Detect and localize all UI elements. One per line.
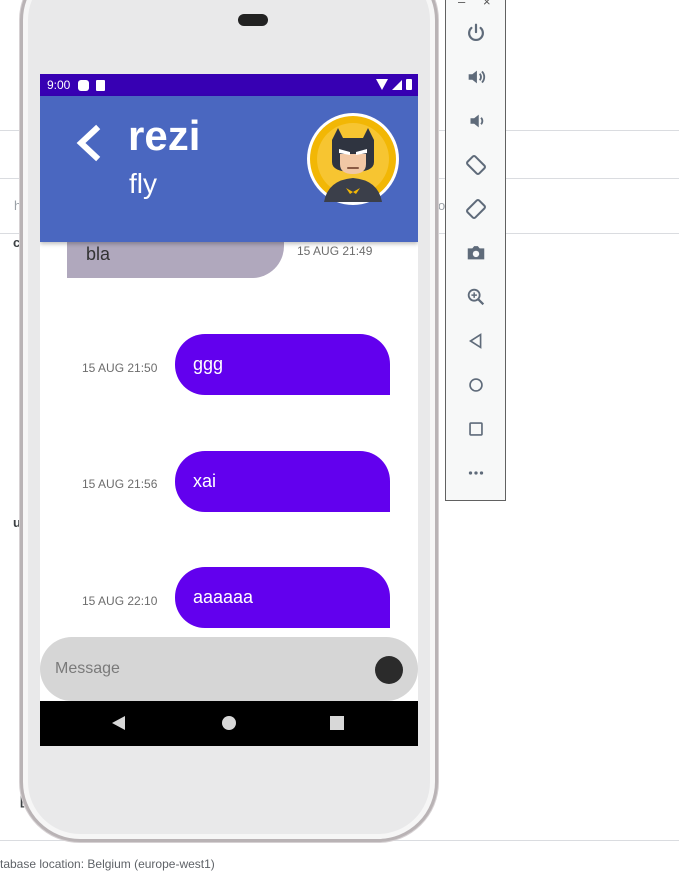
overview-icon <box>469 422 483 436</box>
message-bubble-outgoing: xai <box>175 451 390 512</box>
home-icon <box>469 378 483 392</box>
rotate-left-button[interactable] <box>460 149 492 181</box>
chat-header: rezi fly <box>40 96 418 242</box>
zoom-button[interactable] <box>460 281 492 313</box>
power-button[interactable] <box>460 17 492 49</box>
status-time: 9:00 <box>47 78 71 92</box>
proximity-sensor <box>238 14 268 26</box>
message-text: aaaaaa <box>193 587 254 607</box>
desktop: h c u o [ tabase location: Belgium (euro… <box>0 0 679 882</box>
status-indicators <box>376 79 412 90</box>
message-bubble-outgoing: aaaaaa <box>175 567 390 628</box>
chat-contact-name: rezi <box>128 112 201 159</box>
battery-icon <box>406 79 412 90</box>
volume-down-button[interactable] <box>460 105 492 137</box>
message-timestamp: 15 AUG 21:56 <box>82 477 158 491</box>
message-timestamp: 15 AUG 21:49 <box>297 244 373 258</box>
rotate-left-icon <box>466 155 486 175</box>
power-icon <box>468 23 484 42</box>
volume-up-button[interactable] <box>460 61 492 93</box>
status-bar: 9:00 <box>40 74 418 96</box>
more-icon <box>468 471 484 475</box>
message-text: bla <box>86 243 111 264</box>
overview-button[interactable] <box>460 413 492 445</box>
message-timestamp: 15 AUG 22:10 <box>82 594 158 608</box>
message-bubble-outgoing: ggg <box>175 334 390 395</box>
message-composer <box>40 637 418 701</box>
volume-down-icon <box>470 114 484 128</box>
message-input[interactable] <box>55 657 355 681</box>
chevron-left-icon[interactable] <box>72 123 106 163</box>
signal-icon <box>392 79 402 90</box>
message-text: xai <box>193 471 217 491</box>
close-button[interactable]: × <box>483 0 491 9</box>
screenshot-button[interactable] <box>460 237 492 269</box>
back-button[interactable] <box>460 325 492 357</box>
home-button[interactable] <box>460 369 492 401</box>
camera-icon <box>467 246 485 260</box>
nav-back-icon[interactable] <box>112 716 125 730</box>
wifi-icon <box>376 79 388 90</box>
database-location-text: tabase location: Belgium (europe-west1) <box>0 857 215 871</box>
minimize-button[interactable]: – <box>458 0 465 9</box>
more-button[interactable] <box>460 457 492 489</box>
batman-avatar-icon[interactable] <box>307 113 399 205</box>
phone-screen: 9:00 rezi fly bla 15 AUG 21:49 15 AUG 21… <box>40 74 418 746</box>
send-button[interactable] <box>375 656 403 684</box>
nav-home-icon[interactable] <box>222 716 236 730</box>
nav-overview-icon[interactable] <box>330 716 344 730</box>
rotate-right-icon <box>466 199 486 219</box>
rotate-right-button[interactable] <box>460 193 492 225</box>
zoom-icon <box>467 288 485 306</box>
volume-up-icon <box>468 70 486 84</box>
message-timestamp: 15 AUG 21:50 <box>82 361 158 375</box>
notification-icon <box>78 79 90 91</box>
sim-card-icon <box>96 79 106 91</box>
chat-contact-status: fly <box>129 168 157 199</box>
message-list[interactable]: bla 15 AUG 21:49 15 AUG 21:50 ggg 15 AUG… <box>40 230 418 638</box>
back-icon <box>468 333 482 349</box>
android-nav-bar <box>40 701 418 746</box>
emulator-toolbar: – × <box>445 0 506 501</box>
message-text: ggg <box>193 354 224 374</box>
